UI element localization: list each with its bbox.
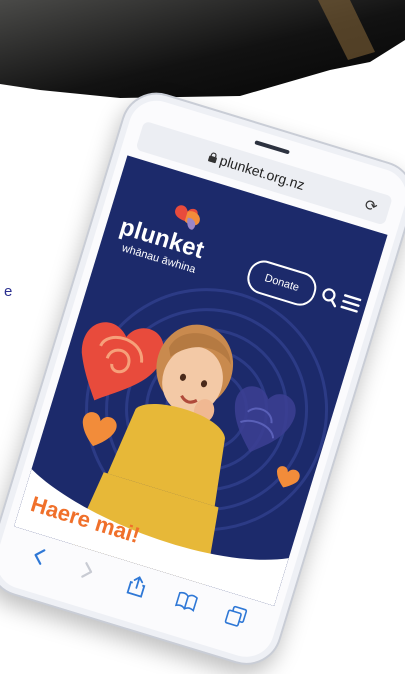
background-text-fragment: e [4, 283, 13, 300]
tabs-icon[interactable] [223, 603, 250, 630]
share-icon[interactable] [123, 572, 150, 599]
chevron-left-icon[interactable] [26, 542, 53, 569]
reload-icon[interactable]: ⟳ [362, 195, 379, 216]
chevron-right-icon[interactable] [73, 557, 100, 584]
phone-speaker [254, 140, 290, 155]
lock-icon [208, 152, 217, 164]
book-icon[interactable] [173, 587, 200, 614]
